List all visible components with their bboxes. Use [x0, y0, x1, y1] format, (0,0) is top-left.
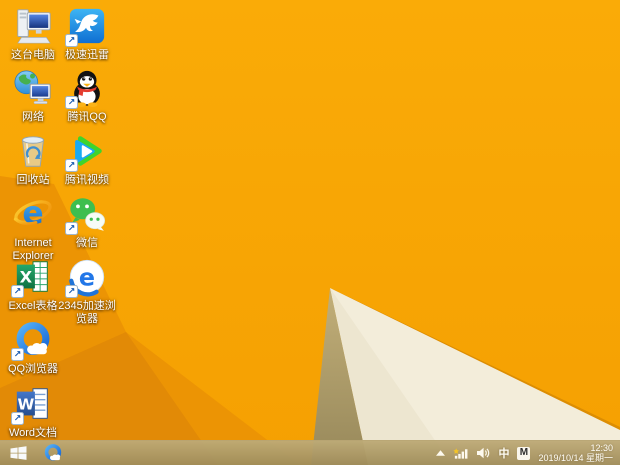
svg-text:X: X: [20, 268, 33, 287]
network-status-icon[interactable]: [453, 447, 468, 459]
taskbar-item-qq-browser[interactable]: [36, 441, 70, 465]
desktop-icon-excel[interactable]: X ↗ Excel表格: [2, 257, 64, 313]
desktop-icon-2345-browser[interactable]: e ↗ 2345加速浏览器: [56, 257, 118, 325]
shortcut-arrow-icon: ↗: [65, 96, 78, 109]
shortcut-arrow-icon: ↗: [65, 34, 78, 47]
shortcut-arrow-icon: ↗: [65, 159, 78, 172]
qq-browser-icon: [44, 444, 62, 461]
desktop-icon-tencent-video[interactable]: ↗ 腾讯视频: [56, 131, 118, 187]
desktop-icon-label: Word文档: [8, 427, 58, 439]
system-tray: 中 M 12:30 2019/10/14 星期一: [436, 441, 620, 465]
shortcut-arrow-icon: ↗: [65, 285, 78, 298]
wechat-icon: ↗: [65, 194, 107, 235]
qq-penguin-icon: ↗: [65, 68, 107, 109]
desktop-icon-label: 网络: [22, 111, 44, 123]
desktop-icon-label: 腾讯QQ: [67, 111, 107, 123]
ime-badge[interactable]: M: [517, 446, 531, 460]
shortcut-arrow-icon: ↗: [11, 348, 24, 361]
desktop-icon-tencent-qq[interactable]: ↗ 腾讯QQ: [56, 68, 118, 124]
recycle-bin-icon: [13, 131, 53, 171]
desktop-icon-xunlei[interactable]: ↗ 极速迅雷: [56, 6, 118, 62]
taskbar: 中 M 12:30 2019/10/14 星期一: [0, 440, 620, 465]
excel-icon: X ↗: [11, 257, 53, 298]
svg-text:e: e: [22, 196, 43, 232]
2345-browser-icon: e ↗: [65, 257, 107, 298]
show-hidden-icons-chevron-icon[interactable]: [436, 450, 446, 456]
desktop-icon-label: 微信: [76, 237, 98, 249]
clock-date: 2019/10/14 星期一: [538, 453, 613, 463]
shortcut-arrow-icon: ↗: [11, 412, 24, 425]
windows-logo-icon: [10, 446, 26, 460]
internet-explorer-icon: e: [13, 194, 53, 234]
svg-text:W: W: [17, 396, 34, 414]
desktop[interactable]: 这台电脑 网络 回收站 e Internet Explorer X ↗ Exce…: [0, 0, 620, 465]
word-icon: W ↗: [11, 384, 53, 425]
desktop-icon-wechat[interactable]: ↗ 微信: [56, 194, 118, 250]
desktop-icon-label: 腾讯视频: [65, 174, 109, 186]
desktop-icon-this-pc[interactable]: 这台电脑: [2, 6, 64, 62]
desktop-icon-word[interactable]: W ↗ Word文档: [2, 384, 64, 440]
tencent-video-icon: ↗: [65, 131, 107, 172]
desktop-icon-label: 极速迅雷: [65, 49, 109, 61]
desktop-icon-recycle-bin[interactable]: 回收站: [2, 131, 64, 187]
desktop-icon-label: 回收站: [16, 174, 50, 186]
desktop-icon-network[interactable]: 网络: [2, 68, 64, 124]
desktop-icon-label: Excel表格: [8, 300, 58, 312]
desktop-icon-label: QQ浏览器: [7, 363, 59, 375]
clock-time: 12:30: [590, 442, 613, 453]
start-button[interactable]: [0, 441, 36, 465]
svg-text:e: e: [79, 264, 95, 292]
shortcut-arrow-icon: ↗: [65, 222, 78, 235]
qq-browser-icon: ↗: [11, 320, 53, 361]
xunlei-icon: ↗: [65, 6, 107, 47]
taskbar-clock[interactable]: 12:30 2019/10/14 星期一: [538, 443, 613, 464]
ime-chinese-mode-indicator[interactable]: 中: [498, 445, 509, 461]
network-icon: [13, 68, 53, 108]
desktop-icon-label: 2345加速浏览器: [58, 300, 116, 325]
desktop-icon-label: 这台电脑: [11, 49, 55, 61]
desktop-icon-internet-explorer[interactable]: e Internet Explorer: [2, 194, 64, 262]
this-pc-icon: [13, 6, 53, 46]
volume-icon[interactable]: [476, 447, 490, 459]
shortcut-arrow-icon: ↗: [11, 285, 24, 298]
desktop-icon-qq-browser[interactable]: ↗ QQ浏览器: [2, 320, 64, 376]
